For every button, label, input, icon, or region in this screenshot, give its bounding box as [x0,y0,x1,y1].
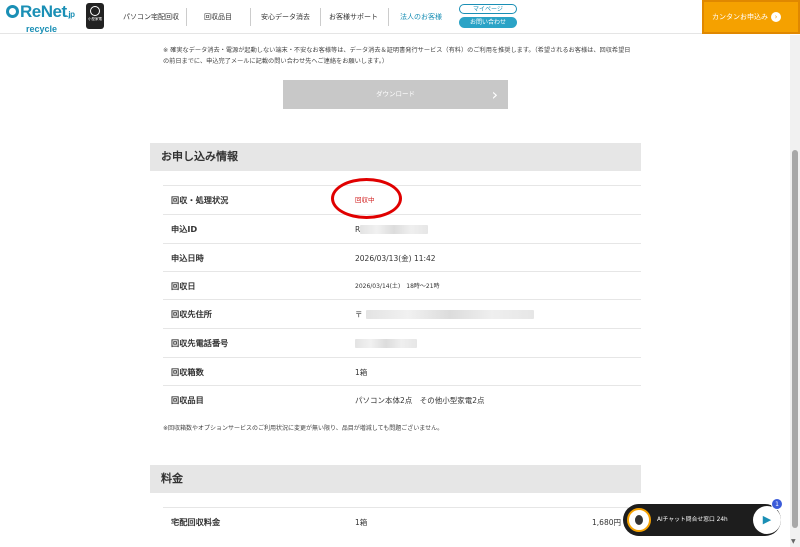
mypage-button[interactable]: マイページ [459,4,517,14]
nav-pc-collection[interactable]: パソコン宅配回収 [123,0,179,34]
certification-badge-text: 小型家電 [88,17,102,21]
collection-address-label: 回収先住所 [171,309,212,319]
table-row: 回収箱数 1箱 [163,357,641,386]
table-row: 宅配回収料金 1箱 1,680円 [163,507,641,536]
redacted-text [360,225,429,234]
scroll-down-icon[interactable]: ▼ [791,538,796,545]
data-erasure-note: ※ 確実なデータ消去・電源が起動しない端末・不安なお客様等は、データ消去＆証明書… [163,47,631,65]
table-row: 申込日時 2026/03/13(金) 11:42 [163,243,641,272]
items-change-note: ※回収箱数やオプションサービスのご利用状況に変更が無い限り、品目が増減しても問題… [163,425,444,432]
box-count-value: 1箱 [355,368,368,377]
nav-divider [320,8,321,26]
nav-data-erasure[interactable]: 安心データ消去 [261,0,310,34]
fee-title: 料金 [150,465,641,493]
logo-ring-icon [6,5,19,18]
application-info-title: お申し込み情報 [150,143,641,171]
collection-date-label: 回収日 [171,281,196,291]
application-id-value: R [355,215,429,244]
ai-chat-widget[interactable]: AIチャット問合せ窓口 24h ▶ [623,504,781,536]
table-row: 回収先電話番号 [163,328,641,357]
quick-apply-button[interactable]: カンタンお申込み › [702,0,800,34]
nav-items[interactable]: 回収品目 [204,0,232,34]
items-label: 回収品目 [171,395,204,405]
chat-play-icon[interactable]: ▶ [753,506,781,534]
table-row: 申込ID R [163,214,641,243]
chat-notification-badge: 1 [771,498,783,510]
contact-button[interactable]: お問い合わせ [459,17,517,28]
collection-phone-value [355,329,417,358]
redacted-text [365,310,534,319]
scrollbar-thumb[interactable] [792,150,798,528]
download-button[interactable]: ダウンロード › [283,80,508,109]
table-row: 回収品目 パソコン本体2点 その他小型家電2点 [163,385,641,414]
chat-label: AIチャット問合せ窓口 24h [657,517,728,523]
delivery-fee-price: 1,680円 [592,518,621,527]
box-count-label: 回収箱数 [171,367,204,377]
nav-support[interactable]: お客様サポート [329,0,378,34]
items-value: パソコン本体2点 その他小型家電2点 [355,396,485,405]
nav-divider [186,8,187,26]
application-id-label: 申込ID [171,224,198,234]
application-date-label: 申込日時 [171,253,204,263]
status-label: 回収・処理状況 [171,195,229,205]
site-header: ReNet.jp recycle 小型家電 パソコン宅配回収 回収品目 安心デー… [0,0,800,34]
collection-phone-label: 回収先電話番号 [171,338,229,348]
arrow-right-icon: › [771,12,781,22]
renet-logo[interactable]: ReNet.jp recycle [6,2,84,34]
application-date-value: 2026/03/13(金) 11:42 [355,254,436,263]
nav-corporate[interactable]: 法人のお客様 [400,0,442,34]
redacted-text [355,339,417,348]
delivery-fee-qty: 1箱 [355,518,368,527]
table-row: 回収日 2026/03/14(土) 18時〜21時 [163,271,641,300]
status-highlight-circle [331,178,402,219]
nav-divider [250,8,251,26]
chat-avatar-icon [627,508,651,532]
chevron-right-icon: › [491,85,498,104]
logo-main-text: ReNet [20,2,67,21]
quick-apply-label: カンタンお申込み [712,13,768,21]
table-row: 回収・処理状況 回収中 [163,185,641,214]
collection-date-value: 2026/03/14(土) 18時〜21時 [355,283,440,290]
nav-divider [388,8,389,26]
logo-suffix: .jp [66,10,75,19]
certification-badge-icon [86,3,104,29]
table-row: 回収先住所 〒 [163,299,641,328]
delivery-fee-label: 宅配回収料金 [171,517,221,527]
collection-address-value: 〒 [355,300,534,329]
logo-sub-text: recycle [26,24,58,34]
download-label: ダウンロード [376,90,415,98]
